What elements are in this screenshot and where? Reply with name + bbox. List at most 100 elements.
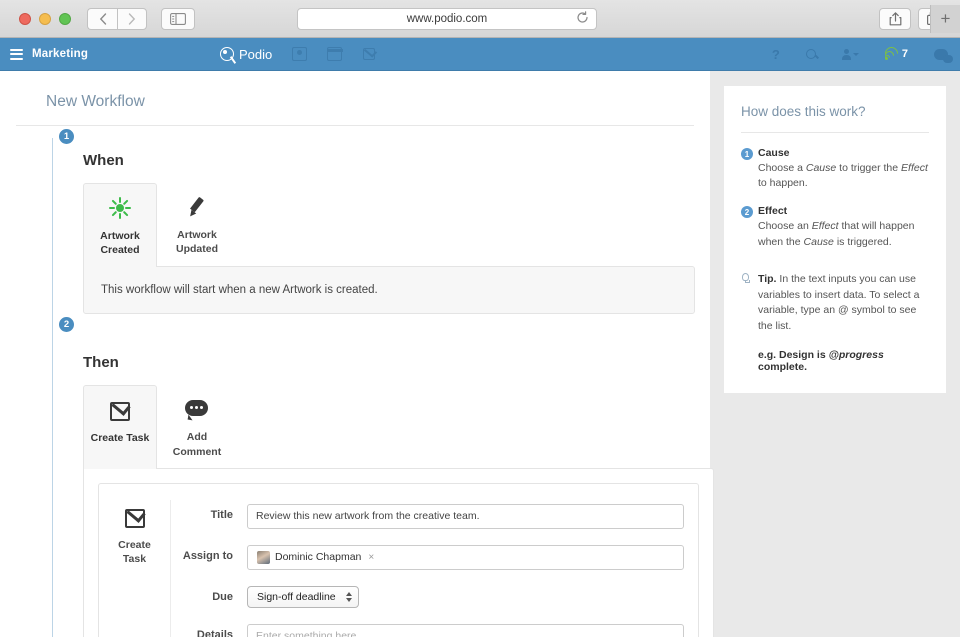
workspace-selector[interactable]: Marketing: [0, 48, 220, 60]
remove-assignee-icon[interactable]: ×: [368, 552, 374, 563]
avatar: [257, 551, 270, 564]
field-row-due: Due Sign-off deadline: [171, 586, 684, 608]
title-input[interactable]: Review this new artwork from the creativ…: [247, 504, 684, 529]
step-badge-1: 1: [59, 129, 74, 144]
new-tab-label: +: [941, 9, 951, 29]
address-bar-url: www.podio.com: [407, 13, 488, 25]
back-button[interactable]: [87, 8, 117, 30]
window-traffic-lights: [19, 13, 71, 25]
action-config-panel: Create Task Title Review this new artwor…: [83, 468, 714, 637]
action-tabs: Create Task Add Comment: [83, 385, 694, 468]
details-input[interactable]: Enter something here: [247, 624, 684, 637]
field-row-title: Title Review this new artwork from the c…: [171, 504, 684, 529]
tip-example: e.g. Design is @progress complete.: [758, 349, 929, 373]
minimize-window-button[interactable]: [39, 13, 51, 25]
help-item-effect: 2 Effect Choose an Effect that will happ…: [741, 205, 929, 249]
podio-navbar: Marketing Podio ? 7: [0, 38, 960, 71]
notifications-button[interactable]: 7: [885, 48, 908, 60]
chevron-left-icon: [99, 13, 107, 25]
help-card: How does this work? 1 Cause Choose a Cau…: [724, 86, 946, 393]
help-head-effect: Effect: [758, 205, 929, 217]
field-row-details: Details Enter something here: [171, 624, 684, 637]
pencil-icon: [164, 195, 230, 219]
share-icon: [889, 12, 902, 26]
help-item-cause: 1 Cause Choose a Cause to trigger the Ef…: [741, 147, 929, 191]
address-bar[interactable]: www.podio.com: [297, 8, 597, 30]
chevron-right-icon: [128, 13, 136, 25]
podio-logo-text: Podio: [239, 47, 272, 62]
activity-signal-icon: [885, 48, 898, 60]
profile-icon[interactable]: [842, 49, 859, 60]
create-task-form: Create Task Title Review this new artwor…: [98, 483, 699, 637]
hamburger-menu-icon[interactable]: [10, 49, 23, 60]
trigger-tab-artwork-updated[interactable]: Artwork Updated: [160, 183, 234, 267]
form-field-list: Title Review this new artwork from the c…: [171, 500, 698, 637]
starburst-icon: [88, 196, 152, 220]
tip-label: Tip.: [758, 273, 776, 285]
help-column: How does this work? 1 Cause Choose a Cau…: [710, 71, 960, 637]
reload-icon: [576, 11, 589, 24]
page-body: New Workflow 1 When: [0, 71, 960, 637]
help-badge-1: 1: [741, 148, 753, 160]
step-badge-2: 2: [59, 317, 74, 332]
action-tab-add-comment[interactable]: Add Comment: [160, 385, 234, 468]
share-button[interactable]: [879, 8, 911, 30]
action-tab-label: Create Task: [88, 431, 152, 445]
help-button[interactable]: ?: [772, 47, 780, 62]
podio-logo[interactable]: Podio: [220, 47, 272, 62]
action-tab-label: Add Comment: [164, 430, 230, 458]
chat-icon[interactable]: [934, 49, 948, 60]
sidebar-toggle-icon: [170, 13, 186, 25]
tasks-app-icon[interactable]: [362, 47, 376, 61]
workflow-step-when: 1 When Artwork: [30, 126, 694, 314]
stepper-arrows-icon: [346, 592, 352, 602]
help-body-cause: Choose a Cause to trigger the Effect to …: [758, 161, 929, 191]
tip-body: In the text inputs you can use variables…: [758, 273, 919, 332]
assign-to-input[interactable]: Dominic Chapman ×: [247, 545, 684, 570]
comment-bubble-icon: [164, 397, 230, 421]
page-title: New Workflow: [16, 71, 694, 126]
step-title-then: Then: [83, 354, 694, 371]
workflow-step-then: 2 Then Create Task Add Comment: [30, 314, 694, 637]
contacts-app-icon[interactable]: [292, 47, 307, 61]
assignee-token[interactable]: Dominic Chapman ×: [253, 550, 378, 565]
step-title-when: When: [83, 152, 694, 169]
due-select-value: Sign-off deadline: [257, 591, 336, 603]
navbar-apps: Podio: [220, 47, 376, 62]
workflow-steps: 1 When Artwork: [16, 126, 694, 637]
trigger-tabs: Artwork Created Artwork Updated: [83, 183, 694, 267]
new-tab-button[interactable]: +: [930, 5, 960, 33]
help-tip: Tip. In the text inputs you can use vari…: [741, 272, 929, 373]
due-field-label: Due: [171, 586, 247, 603]
podio-logo-icon: [220, 47, 234, 61]
search-icon[interactable]: [806, 49, 816, 59]
maximize-window-button[interactable]: [59, 13, 71, 25]
calendar-app-icon[interactable]: [327, 47, 342, 61]
trigger-tab-artwork-created[interactable]: Artwork Created: [83, 183, 157, 267]
assign-field-label: Assign to: [171, 545, 247, 562]
title-field-label: Title: [171, 504, 247, 521]
form-action-label: Create Task: [99, 500, 171, 637]
reload-button[interactable]: [576, 11, 589, 27]
sidebar-toggle-button[interactable]: [161, 8, 195, 30]
browser-nav-buttons: [87, 8, 147, 30]
workflow-card: New Workflow 1 When: [0, 71, 710, 637]
help-badge-2: 2: [741, 206, 753, 218]
workspace-name: Marketing: [32, 48, 88, 60]
action-tab-create-task[interactable]: Create Task: [83, 385, 157, 468]
browser-chrome: www.podio.com +: [0, 0, 960, 38]
close-window-button[interactable]: [19, 13, 31, 25]
trigger-tab-label: Artwork Created: [88, 229, 152, 257]
details-field-label: Details: [171, 624, 247, 637]
field-row-assign-to: Assign to Dominic Chapman ×: [171, 545, 684, 570]
navbar-right-controls: ? 7: [772, 47, 948, 62]
task-checkbox-icon: [99, 506, 170, 530]
chevron-down-icon: [853, 53, 859, 56]
task-checkbox-icon: [88, 398, 152, 422]
forward-button[interactable]: [117, 8, 147, 30]
help-title: How does this work?: [741, 104, 929, 133]
assignee-name: Dominic Chapman: [275, 551, 361, 563]
notification-count: 7: [902, 48, 908, 60]
lightbulb-icon: [742, 273, 749, 281]
due-select[interactable]: Sign-off deadline: [247, 586, 359, 608]
